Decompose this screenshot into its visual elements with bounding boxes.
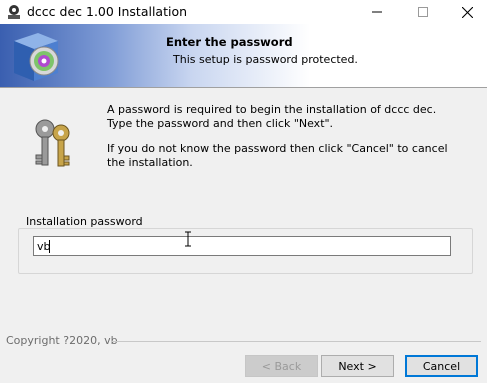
- next-button[interactable]: Next >: [321, 355, 394, 377]
- window-title: dccc dec 1.00 Installation: [27, 4, 188, 19]
- wizard-header: Enter the password This setup is passwor…: [0, 24, 487, 88]
- keys-icon: [35, 119, 70, 167]
- password-input[interactable]: [33, 236, 451, 256]
- close-button[interactable]: [444, 0, 487, 24]
- cancel-instruction-text: If you do not know the password then cli…: [107, 142, 448, 169]
- page-subtitle: This setup is password protected.: [173, 53, 358, 66]
- cancel-button[interactable]: Cancel: [405, 355, 478, 377]
- setup-app-icon: [8, 5, 20, 19]
- installer-window: dccc dec 1.00 Installation Enter the pas…: [0, 0, 487, 383]
- footer-divider: [111, 341, 481, 342]
- minimize-button[interactable]: [354, 0, 400, 24]
- text-caret: [49, 240, 50, 253]
- password-required-text: A password is required to begin the inst…: [107, 103, 437, 130]
- back-button[interactable]: < Back: [245, 355, 318, 377]
- maximize-icon: [418, 7, 428, 17]
- password-group-label: Installation password: [24, 215, 145, 228]
- page-title: Enter the password: [166, 35, 293, 49]
- ibeam-cursor-icon: [185, 231, 191, 247]
- minimize-icon: [372, 11, 382, 13]
- title-bar[interactable]: dccc dec 1.00 Installation: [0, 0, 487, 24]
- close-icon: [461, 6, 473, 18]
- copyright-text: Copyright ?2020, vb: [6, 334, 118, 347]
- setup-disc-box-icon: [14, 33, 59, 81]
- maximize-button[interactable]: [400, 0, 446, 24]
